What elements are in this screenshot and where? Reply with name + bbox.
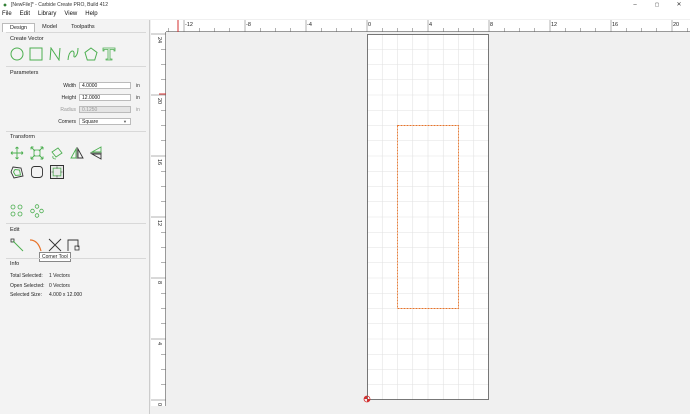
tab-model[interactable]: Model <box>35 23 64 32</box>
array-grid-icon[interactable] <box>10 204 24 218</box>
title-bar: [NewFile]* - Carbide Create PRO, Build 4… <box>0 0 690 9</box>
horizontal-ruler: -12 -8 -4 0 4 8 12 16 20 <box>166 20 690 32</box>
info-header: Info <box>10 261 20 267</box>
fillet-tool-icon[interactable] <box>30 165 44 179</box>
ruler-label: 4 <box>156 342 162 345</box>
menu-bar: File Edit Library View Help <box>0 9 690 19</box>
text-tool-icon[interactable] <box>102 47 116 61</box>
node-edit-icon[interactable] <box>10 238 24 252</box>
parameters-header: Parameters <box>10 70 39 76</box>
ruler-label: -4 <box>307 22 312 28</box>
scale-tool-icon[interactable] <box>30 146 44 160</box>
ruler-label: 0 <box>156 403 162 406</box>
transform-header: Transform <box>10 134 35 140</box>
trim-tool-icon[interactable] <box>48 238 62 252</box>
tab-toolpaths[interactable]: Toolpaths <box>64 23 102 32</box>
total-selected-value: 1 Vectors <box>49 273 70 279</box>
transform-divider <box>6 223 146 224</box>
edit-header: Edit <box>10 227 20 233</box>
mirror-horizontal-icon[interactable] <box>70 146 84 160</box>
offset-tool-icon[interactable] <box>10 165 24 179</box>
rectangle-tool-icon[interactable] <box>29 47 43 61</box>
panel-tabs: Design Model Toolpaths <box>2 23 102 32</box>
app-icon <box>3 2 7 7</box>
vertical-ruler: 24 20 16 12 8 4 0 <box>151 32 166 406</box>
width-unit: in <box>136 83 140 89</box>
menu-help[interactable]: Help <box>85 11 97 17</box>
move-tool-icon[interactable] <box>10 146 24 160</box>
origin-marker-icon <box>363 395 371 403</box>
polyline-tool-icon[interactable] <box>48 47 62 61</box>
corners-value: Square <box>82 119 99 125</box>
total-selected-label: Total Selected: <box>10 273 43 279</box>
circle-tool-icon[interactable] <box>10 47 24 61</box>
curve-tool-icon[interactable] <box>66 47 80 61</box>
ruler-label: 12 <box>156 220 162 226</box>
radius-field: 0.1250 <box>79 106 131 113</box>
menu-view[interactable]: View <box>64 11 77 17</box>
corner-tool-icon[interactable] <box>66 238 80 252</box>
vertical-ruler-ticks: 24 20 16 12 8 4 0 <box>151 33 166 406</box>
height-field[interactable]: 12.0000 <box>79 94 131 101</box>
array-circular-icon[interactable] <box>30 204 44 218</box>
ruler-label: -12 <box>185 22 193 28</box>
ruler-label: 0 <box>368 22 371 28</box>
menu-file[interactable]: File <box>2 11 12 17</box>
ruler-label: 16 <box>612 22 618 28</box>
ruler-label: 20 <box>156 98 162 104</box>
stock-area[interactable] <box>367 34 489 400</box>
close-button[interactable]: ✕ <box>668 0 690 9</box>
width-label: Width <box>63 83 76 89</box>
ruler-label: 20 <box>673 22 679 28</box>
radius-unit: in <box>136 107 140 113</box>
ruler-label: -8 <box>246 22 251 28</box>
tab-divider <box>6 32 146 33</box>
align-center-icon[interactable] <box>50 165 64 179</box>
height-unit: in <box>136 95 140 101</box>
open-selected-value: 0 Vectors <box>49 283 70 289</box>
chevron-down-icon: ▼ <box>123 119 127 124</box>
rotate-tool-icon[interactable] <box>50 146 64 160</box>
ruler-label: 4 <box>429 22 432 28</box>
left-panel: Design Model Toolpaths Create Vector Par… <box>0 20 150 414</box>
ruler-label: 8 <box>156 281 162 284</box>
polygon-tool-icon[interactable] <box>84 47 98 61</box>
edit-divider <box>6 258 146 259</box>
smooth-tool-icon[interactable] <box>29 238 43 252</box>
ruler-label: 16 <box>156 159 162 165</box>
tab-design[interactable]: Design <box>2 23 36 32</box>
ruler-label: 12 <box>551 22 557 28</box>
ruler-label: 8 <box>490 22 493 28</box>
open-selected-label: Open Selected: <box>10 283 45 289</box>
create-vector-divider <box>6 66 146 67</box>
minimize-button[interactable]: – <box>624 0 646 9</box>
create-vector-header: Create Vector <box>10 36 44 42</box>
window-title: [NewFile]* - Carbide Create PRO, Build 4… <box>11 1 108 8</box>
selected-size-label: Selected Size: <box>10 292 42 298</box>
width-field[interactable]: 4.0000 <box>79 82 131 89</box>
menu-edit[interactable]: Edit <box>20 11 30 17</box>
mirror-vertical-icon[interactable] <box>89 146 103 160</box>
corners-label: Corners <box>58 119 76 125</box>
ruler-label: 24 <box>156 37 162 43</box>
horizontal-ruler-ticks: -12 -8 -4 0 4 8 12 16 20 <box>168 20 688 32</box>
corners-select[interactable]: Square ▼ <box>79 118 131 125</box>
menu-library[interactable]: Library <box>38 11 56 17</box>
height-label: Height <box>61 95 76 101</box>
parameters-divider <box>6 131 146 132</box>
selected-size-value: 4.000 x 12.000 <box>49 292 83 298</box>
radius-label: Radius <box>60 107 76 113</box>
maximize-button[interactable]: ▢ <box>646 0 668 9</box>
tooltip: Corner Tool <box>39 252 71 262</box>
ruler-corner <box>151 20 166 32</box>
